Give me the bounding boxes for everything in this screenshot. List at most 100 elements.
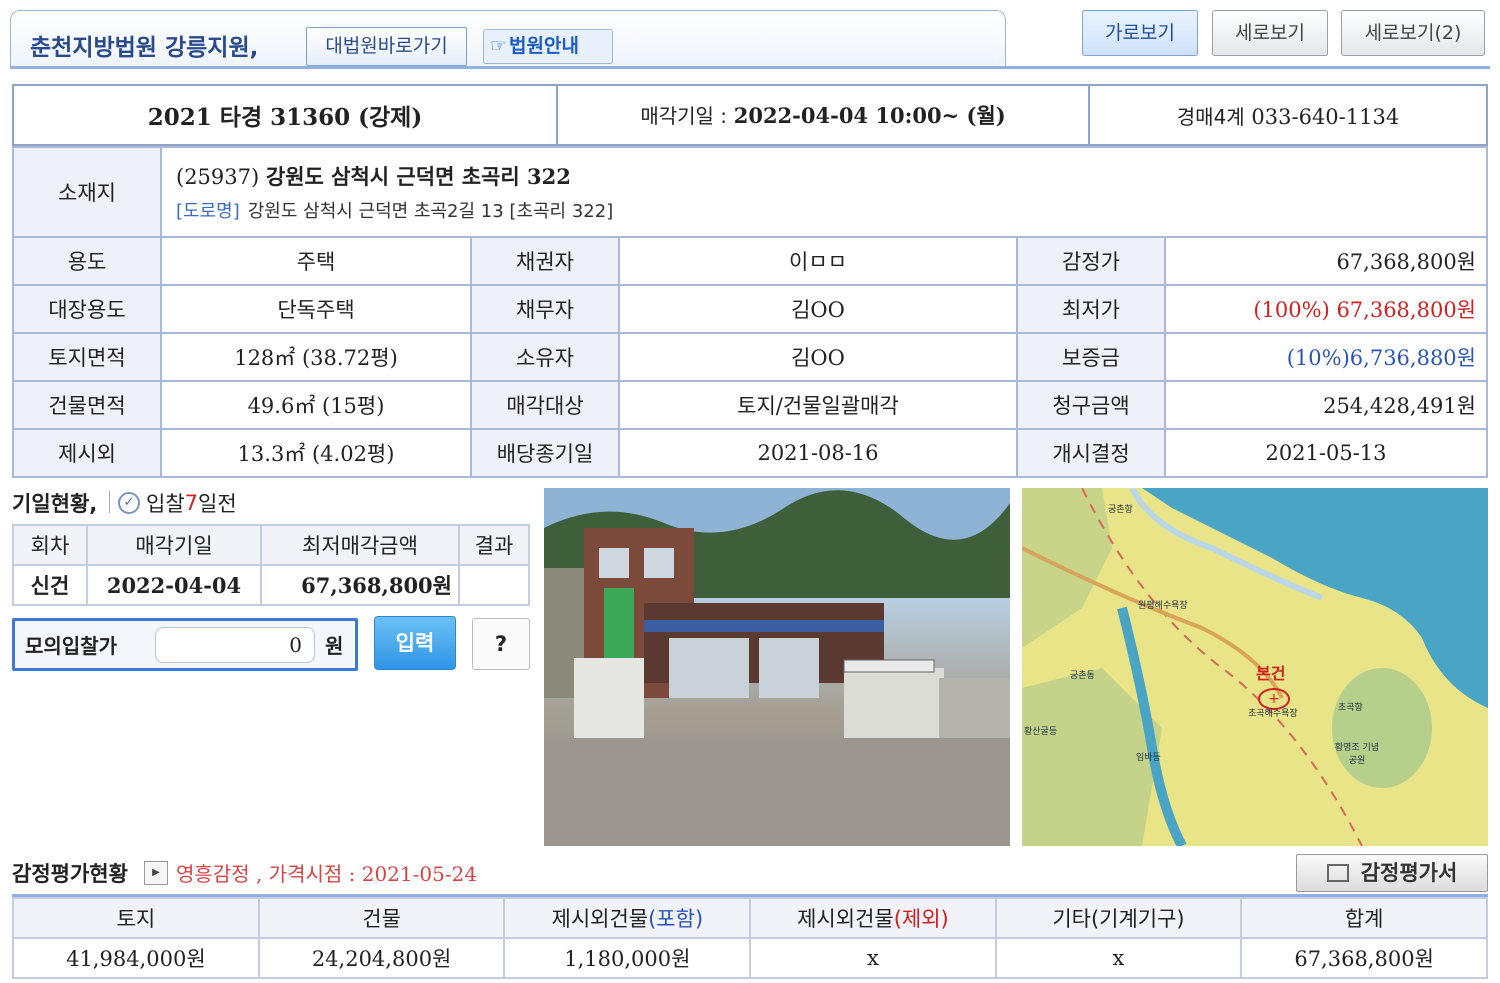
detail-label: 대장용도 xyxy=(12,284,162,334)
check-circle-icon: ✓ xyxy=(118,492,140,514)
detail-label: 토지면적 xyxy=(12,332,162,382)
detail-label: 건물면적 xyxy=(12,380,162,430)
mock-bid-submit-button[interactable]: 입력 xyxy=(374,616,456,670)
appraisal-value: x xyxy=(749,937,997,979)
map-label: 황영조 기념공원 xyxy=(1334,743,1380,766)
detail-value: 128㎡ (38.72평) xyxy=(160,332,472,382)
vertical-view-button[interactable]: 세로보기 xyxy=(1212,10,1328,56)
detail-row: 토지면적 128㎡ (38.72평) 소유자 김OO 보증금 (10%)6,73… xyxy=(12,332,1488,382)
detail-value: 이ㅁㅁ xyxy=(618,236,1018,286)
bid-prefix: 입찰 xyxy=(146,492,185,516)
detail-value: 토지/건물일괄매각 xyxy=(618,380,1018,430)
map-label: 황산굴등 xyxy=(1024,727,1058,737)
result-cell xyxy=(458,564,530,606)
court-guide-button[interactable]: ☞ 법원안내 xyxy=(483,29,613,64)
header-suffix-exclude: (제외) xyxy=(893,907,949,931)
map-label: 임바등 xyxy=(1136,753,1161,763)
table-row: 신건 2022-04-04 67,368,800원 xyxy=(12,564,530,606)
appraisal-value: 1,180,000원 xyxy=(503,937,752,979)
mock-bid-label: 모의입찰가 xyxy=(25,634,117,658)
map-label: 초곡해수욕장 xyxy=(1248,709,1298,719)
appraisal-value: 24,204,800원 xyxy=(257,937,506,979)
detail-value: 김OO xyxy=(618,284,1018,334)
appraisal-header-included: 제시외건물(포함) xyxy=(503,897,752,939)
map-label: 원평해수욕장 xyxy=(1138,601,1188,611)
minimum-price: (100%) 67,368,800원 xyxy=(1164,284,1488,334)
schedule-header: 결과 xyxy=(458,524,530,566)
sale-date-label: 매각기일 : xyxy=(640,104,728,128)
detail-value: 13.3㎡ (4.02평) xyxy=(160,428,472,478)
court-name: 춘천지방법원 강릉지원, xyxy=(30,35,259,61)
header-divider xyxy=(10,66,1490,69)
case-number: 2021 타경 31360 (강제) xyxy=(12,84,558,146)
min-price-cell: 67,368,800원 xyxy=(260,564,460,606)
address-cell: (25937) 강원도 삼척시 근덕면 초곡리 322 [도로명] 강원도 삼척시… xyxy=(160,146,1488,238)
map-label: 궁촌항 xyxy=(1108,505,1133,515)
court-guide-label: 법원안내 xyxy=(509,35,579,57)
detail-row: 대장용도 단독주택 채무자 김OO 최저가 (100%) 67,368,800원 xyxy=(12,284,1488,334)
vertical-view-2-button[interactable]: 세로보기(2) xyxy=(1341,10,1485,56)
detail-label: 청구금액 xyxy=(1016,380,1166,430)
detail-value: 2021-08-16 xyxy=(618,428,1018,478)
claim-amount: 254,428,491원 xyxy=(1164,380,1488,430)
address-main: 강원도 삼척시 근덕면 초곡리 322 xyxy=(265,164,571,189)
detail-label: 용도 xyxy=(12,236,162,286)
deposit-amount: (10%)6,736,880원 xyxy=(1164,332,1488,382)
bid-days: 7 xyxy=(184,491,199,515)
property-photo[interactable] xyxy=(544,488,1010,846)
appraisal-header-excluded: 제시외건물(제외) xyxy=(749,897,997,939)
play-arrow-icon[interactable]: ▶ xyxy=(144,861,168,885)
house-illustration xyxy=(544,488,1010,846)
appraisal-title: 감정평가현황 xyxy=(12,862,128,886)
detail-label: 채무자 xyxy=(470,284,620,334)
schedule-table: 회차 매각기일 최저매각금액 결과 신건 2022-04-04 67,368,8… xyxy=(12,524,530,606)
zip-code: (25937) xyxy=(176,165,260,189)
appraisal-value: x xyxy=(994,937,1243,979)
detail-row: 제시외 13.3㎡ (4.02평) 배당종기일 2021-08-16 개시결정 … xyxy=(12,428,1488,478)
detail-value: 김OO xyxy=(618,332,1018,382)
commencement-date: 2021-05-13 xyxy=(1164,428,1488,478)
document-icon xyxy=(1326,864,1349,882)
dept-name: 경매4계 xyxy=(1176,104,1245,129)
horizontal-view-button[interactable]: 가로보기 xyxy=(1082,10,1198,56)
schedule-header: 최저매각금액 xyxy=(260,524,460,566)
road-address: 강원도 삼척시 근덕면 초곡2길 13 [초곡리 322] xyxy=(247,201,614,222)
appraisal-price: 67,368,800원 xyxy=(1164,236,1488,286)
detail-row: 용도 주택 채권자 이ㅁㅁ 감정가 67,368,800원 xyxy=(12,236,1488,286)
detail-label: 소유자 xyxy=(470,332,620,382)
supreme-court-link-button[interactable]: 대법원바로가기 xyxy=(306,27,467,66)
appraisal-document-button[interactable]: 감정평가서 xyxy=(1296,854,1488,892)
appraisal-document-label: 감정평가서 xyxy=(1360,861,1458,885)
subject-property-marker: 본건 xyxy=(1256,664,1286,683)
bid-suffix: 일전 xyxy=(198,492,237,516)
header-text: 제시외건물 xyxy=(551,907,649,931)
detail-label: 개시결정 xyxy=(1016,428,1166,478)
dept-phone: 033-640-1134 xyxy=(1251,104,1400,129)
sale-date-cell: 매각기일 : 2022-04-04 10:00~ (월) xyxy=(556,84,1090,146)
appraisal-header: 건물 xyxy=(257,897,506,939)
appraisal-header: 기타(기계기구) xyxy=(994,897,1243,939)
detail-label: 배당종기일 xyxy=(470,428,620,478)
location-map[interactable]: 궁촌항 원평해수욕장 궁촌동 황산굴등 임바등 본건 + 초곡해수욕장 초곡항 … xyxy=(1022,488,1488,846)
appraisal-value: 67,368,800원 xyxy=(1240,937,1488,979)
help-button[interactable]: ? xyxy=(472,618,530,670)
mock-bid-input[interactable]: 0 xyxy=(155,627,315,663)
header-suffix-include: (포함) xyxy=(648,907,704,931)
sale-date-value: 2022-04-04 10:00~ (월) xyxy=(733,103,1006,128)
map-label: 초곡항 xyxy=(1338,703,1363,713)
appraisal-table: 토지 건물 제시외건물(포함) 제시외건물(제외) 기타(기계기구) 합계 41… xyxy=(12,897,1488,979)
detail-label: 최저가 xyxy=(1016,284,1166,334)
schedule-title: 기일현황, xyxy=(12,492,98,516)
schedule-header: 회차 xyxy=(12,524,88,566)
address-label: 소재지 xyxy=(12,146,162,238)
detail-label: 매각대상 xyxy=(470,380,620,430)
appraisal-info: 영흥감정 , 가격시점 : 2021-05-24 xyxy=(176,862,478,886)
map-illustration xyxy=(1022,488,1488,846)
appraisal-header: 합계 xyxy=(1240,897,1488,939)
detail-label: 감정가 xyxy=(1016,236,1166,286)
detail-value: 49.6㎡ (15평) xyxy=(160,380,472,430)
detail-value: 주택 xyxy=(160,236,472,286)
mock-bid-box: 모의입찰가 0 원 xyxy=(12,618,358,671)
pointing-hand-icon: ☞ xyxy=(490,35,508,57)
dept-cell: 경매4계 033-640-1134 xyxy=(1088,84,1488,146)
